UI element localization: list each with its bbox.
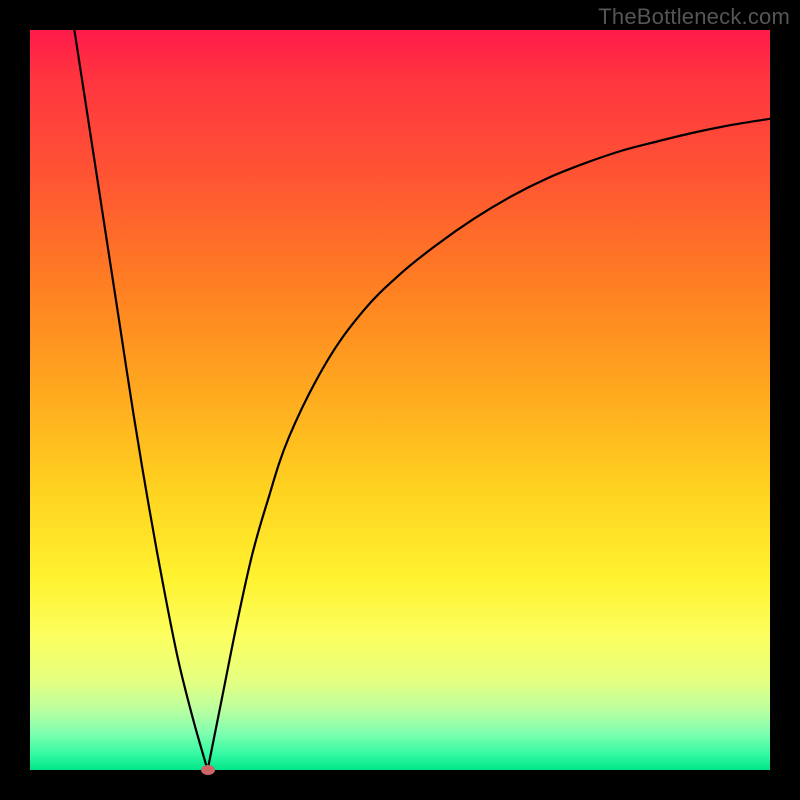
- watermark-text: TheBottleneck.com: [598, 4, 790, 30]
- plot-area: [30, 30, 770, 770]
- curve-left-branch: [74, 30, 207, 770]
- minimum-marker: [201, 765, 215, 775]
- chart-frame: TheBottleneck.com: [0, 0, 800, 800]
- curve-right-branch: [208, 119, 770, 770]
- curve-svg: [30, 30, 770, 770]
